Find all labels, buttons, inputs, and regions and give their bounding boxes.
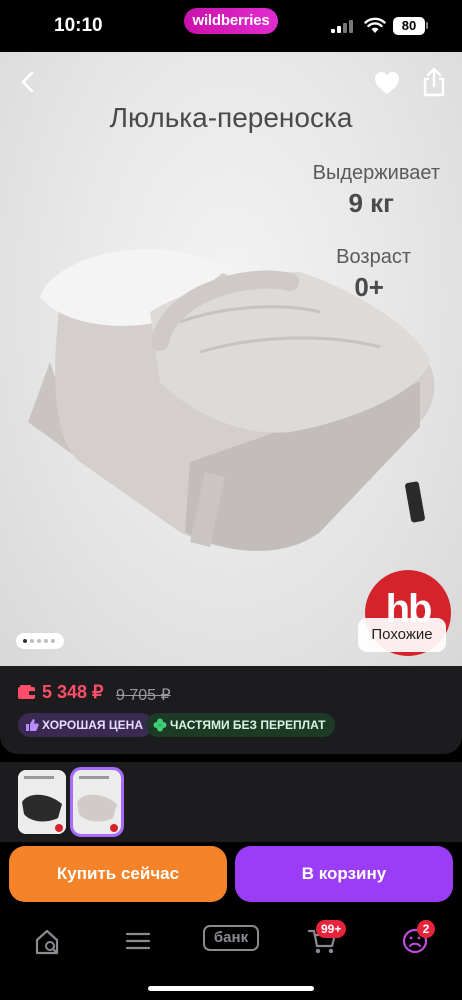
bank-icon[interactable]: банк <box>203 925 259 951</box>
thumbs-up-icon <box>26 719 39 731</box>
price-section: 5 348 ₽ 9 705 ₽ ХОРОШАЯ ЦЕНА ЧАСТЯМИ БЕЗ… <box>0 666 462 754</box>
buy-now-button[interactable]: Купить сейчас <box>9 846 227 902</box>
similar-button[interactable]: Похожие <box>358 618 446 652</box>
installments-badge[interactable]: ЧАСТЯМИ БЕЗ ПЕРЕПЛАТ <box>146 713 336 737</box>
cart-count-badge: 99+ <box>316 920 347 938</box>
bottom-navigation: банк 99+ 2 <box>0 908 462 1000</box>
thumbnail-dark-image <box>18 770 66 834</box>
carrycot-product-image <box>28 249 435 551</box>
installments-label: ЧАСТЯМИ БЕЗ ПЕРЕПЛАТ <box>170 718 326 732</box>
good-price-label: ХОРОШАЯ ЦЕНА <box>42 718 143 732</box>
thumbnail-dark[interactable] <box>18 770 66 834</box>
wallet-icon <box>18 685 35 699</box>
clover-icon <box>153 718 167 732</box>
spec-load-label: Выдерживает <box>312 162 440 184</box>
back-arrow-icon[interactable] <box>14 68 42 96</box>
thumbnail-strip <box>0 762 462 842</box>
brand-logo: wildberries <box>184 8 278 34</box>
wifi-icon <box>364 17 386 33</box>
product-title: Люлька-переноска <box>109 102 353 133</box>
current-price: 5 348 ₽ <box>42 682 104 702</box>
product-gallery[interactable]: Люлька-переноска Выдерживает 9 кг Возрас… <box>0 52 462 666</box>
profile-notification-badge: 2 <box>417 920 435 938</box>
status-bar: 10:10 wildberries 80 <box>0 0 462 52</box>
old-price: 9 705 ₽ <box>116 687 171 704</box>
battery-indicator: 80 <box>393 17 425 35</box>
share-icon[interactable] <box>420 66 448 98</box>
home-indicator <box>148 986 314 991</box>
signal-icon <box>331 20 355 33</box>
status-time: 10:10 <box>54 15 103 36</box>
favorite-heart-icon[interactable] <box>373 70 401 96</box>
thumbnail-light-selected[interactable] <box>70 767 124 837</box>
battery-tip <box>426 22 428 29</box>
menu-icon[interactable] <box>120 926 156 956</box>
good-price-badge[interactable]: ХОРОШАЯ ЦЕНА <box>18 713 153 737</box>
carousel-dots <box>16 633 64 649</box>
add-to-cart-button[interactable]: В корзину <box>235 846 453 902</box>
spec-load-value: 9 кг <box>348 188 394 218</box>
thumbnail-light-image <box>73 770 121 834</box>
home-search-icon[interactable] <box>30 926 66 956</box>
